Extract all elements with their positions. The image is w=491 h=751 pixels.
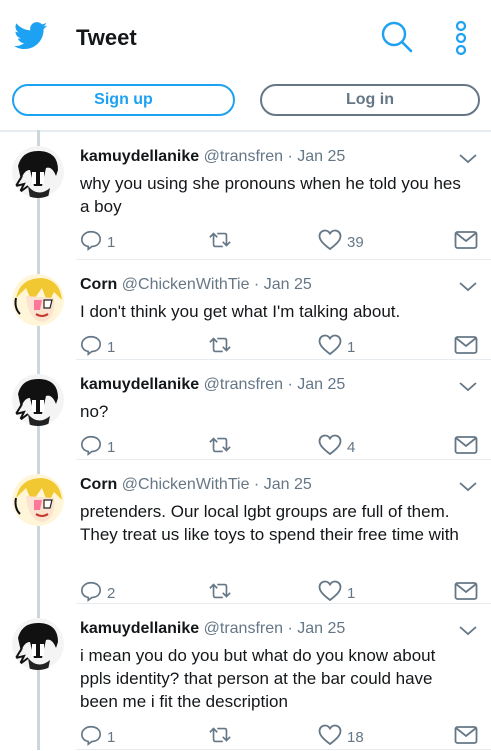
reply-button[interactable]: 1 <box>80 335 115 359</box>
reply-count: 2 <box>107 584 116 602</box>
reply-count: 1 <box>107 233 116 251</box>
avatar[interactable] <box>12 474 64 526</box>
tweet-text: pretenders. Our local lgbt groups are fu… <box>80 502 459 544</box>
retweet-button[interactable] <box>208 581 237 605</box>
reply-button[interactable]: 1 <box>80 435 115 459</box>
timestamp[interactable]: · Jan 25 <box>287 148 345 165</box>
like-button[interactable]: 1 <box>318 334 356 361</box>
display-name[interactable]: Corn <box>80 276 117 293</box>
auth-bar: Sign up Log in <box>0 76 491 132</box>
timestamp[interactable]: · Jan 25 <box>254 276 312 293</box>
tweet[interactable]: kamuydellanike @transfren · Jan 25 no? 1… <box>0 360 491 460</box>
chevron-down-icon[interactable] <box>458 152 478 170</box>
display-name[interactable]: kamuydellanike <box>80 148 199 165</box>
retweet-button[interactable] <box>208 725 237 749</box>
timestamp[interactable]: · Jan 25 <box>254 476 312 493</box>
direct-message-button[interactable] <box>454 435 478 459</box>
direct-message-button[interactable] <box>454 581 478 605</box>
retweet-icon <box>208 229 232 256</box>
tweet[interactable]: kamuydellanike @transfren · Jan 25 why y… <box>0 132 491 260</box>
reply-button[interactable]: 1 <box>80 725 115 749</box>
chevron-down-icon[interactable] <box>458 480 478 498</box>
tweet-actions: 1 4 <box>80 434 480 461</box>
display-name[interactable]: Corn <box>80 476 117 493</box>
like-count: 4 <box>347 438 356 456</box>
avatar[interactable] <box>12 274 64 326</box>
like-button[interactable]: 39 <box>318 229 364 256</box>
tweet-actions: 1 39 <box>80 229 480 256</box>
tweet[interactable]: kamuydellanike @transfren · Jan 25 i mea… <box>0 604 491 750</box>
tweet-actions: 1 1 <box>80 334 480 361</box>
handle[interactable]: @transfren <box>204 376 283 393</box>
heart-icon <box>318 229 342 256</box>
timestamp[interactable]: · Jan 25 <box>287 620 345 637</box>
retweet-icon <box>208 724 232 751</box>
handle[interactable]: @transfren <box>204 620 283 637</box>
like-count: 1 <box>347 584 356 602</box>
heart-icon <box>318 334 342 361</box>
retweet-icon <box>208 434 232 461</box>
reply-count: 1 <box>107 728 116 746</box>
sign-up-button[interactable]: Sign up <box>12 84 235 116</box>
tweet-actions: 2 1 <box>80 580 480 605</box>
envelope-icon <box>454 725 478 750</box>
tweet-text: no? <box>80 402 109 421</box>
envelope-icon <box>454 335 478 360</box>
like-button[interactable]: 18 <box>318 724 364 751</box>
envelope-icon <box>454 230 478 255</box>
heart-icon <box>318 724 342 751</box>
avatar[interactable] <box>12 618 64 670</box>
envelope-icon <box>454 435 478 460</box>
direct-message-button[interactable] <box>454 725 478 749</box>
reply-icon <box>80 334 102 361</box>
chevron-down-icon[interactable] <box>458 380 478 398</box>
direct-message-button[interactable] <box>454 335 478 359</box>
direct-message-button[interactable] <box>454 230 478 254</box>
chevron-down-icon[interactable] <box>458 280 478 298</box>
retweet-icon <box>208 334 232 361</box>
like-button[interactable]: 1 <box>318 580 356 605</box>
reply-button[interactable]: 2 <box>80 581 115 605</box>
tweet[interactable]: Corn @ChickenWithTie · Jan 25 pretenders… <box>0 460 491 604</box>
handle[interactable]: @ChickenWithTie <box>122 476 250 493</box>
display-name[interactable]: kamuydellanike <box>80 620 199 637</box>
display-name[interactable]: kamuydellanike <box>80 376 199 393</box>
envelope-icon <box>454 581 478 606</box>
handle[interactable]: @transfren <box>204 148 283 165</box>
search-icon[interactable] <box>380 20 414 59</box>
avatar[interactable] <box>12 146 64 198</box>
reply-count: 1 <box>107 338 116 356</box>
reply-button[interactable]: 1 <box>80 230 115 254</box>
reply-count: 1 <box>107 438 116 456</box>
tweet-text: i mean you do you but what do you know a… <box>80 646 436 711</box>
reply-icon <box>80 724 102 751</box>
retweet-button[interactable] <box>208 230 237 254</box>
tweet-text: I don't think you get what I'm talking a… <box>80 302 401 321</box>
retweet-button[interactable] <box>208 335 237 359</box>
timestamp[interactable]: · Jan 25 <box>287 376 345 393</box>
heart-icon <box>318 434 342 461</box>
like-button[interactable]: 4 <box>318 434 356 461</box>
avatar[interactable] <box>12 374 64 426</box>
like-count: 1 <box>347 338 356 356</box>
tweet[interactable]: Corn @ChickenWithTie · Jan 25 I don't th… <box>0 260 491 360</box>
retweet-button[interactable] <box>208 435 237 459</box>
reply-icon <box>80 229 102 256</box>
more-icon[interactable] <box>453 20 469 61</box>
reply-icon <box>80 434 102 461</box>
tweet-text: why you using she pronouns when he told … <box>80 174 461 216</box>
tweet-actions: 1 18 <box>80 724 480 751</box>
chevron-down-icon[interactable] <box>458 624 478 642</box>
top-bar: Tweet <box>0 0 491 77</box>
bird-icon[interactable] <box>14 22 48 55</box>
like-count: 39 <box>347 233 364 251</box>
like-count: 18 <box>347 728 364 746</box>
log-in-button[interactable]: Log in <box>260 84 480 116</box>
page-title: Tweet <box>76 25 137 50</box>
handle[interactable]: @ChickenWithTie <box>122 276 250 293</box>
